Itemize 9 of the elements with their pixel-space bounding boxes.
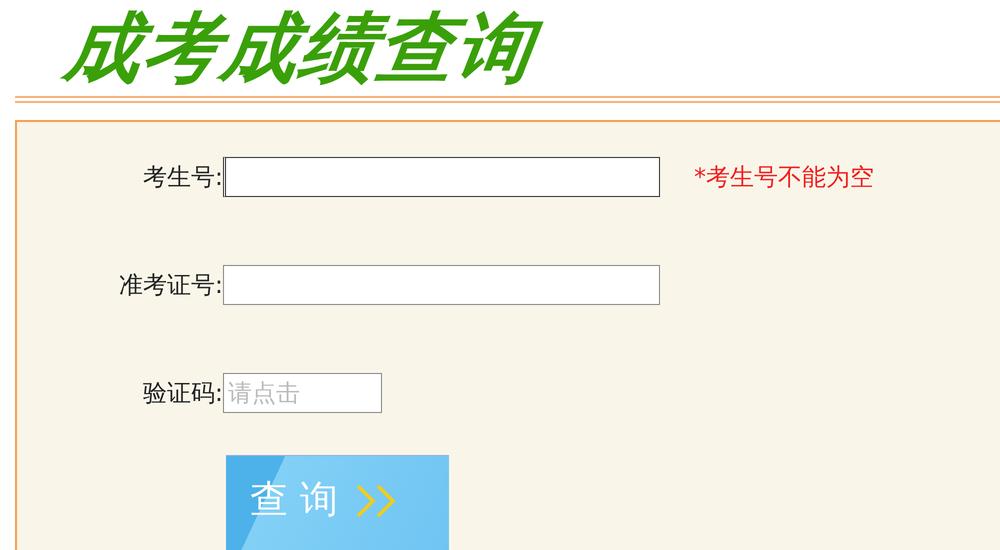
input-field[interactable] (223, 157, 660, 197)
field-label: 准考证号: (118, 270, 223, 301)
input-field[interactable] (223, 265, 660, 305)
double-chevron-icon (356, 484, 396, 518)
field-label: 考生号: (142, 162, 223, 193)
field-label: 验证码: (142, 378, 223, 409)
error-message: *考生号不能为空 (694, 162, 874, 193)
input-field[interactable]: 请点击 (223, 373, 382, 413)
query-button[interactable]: 查 询 (226, 455, 449, 550)
